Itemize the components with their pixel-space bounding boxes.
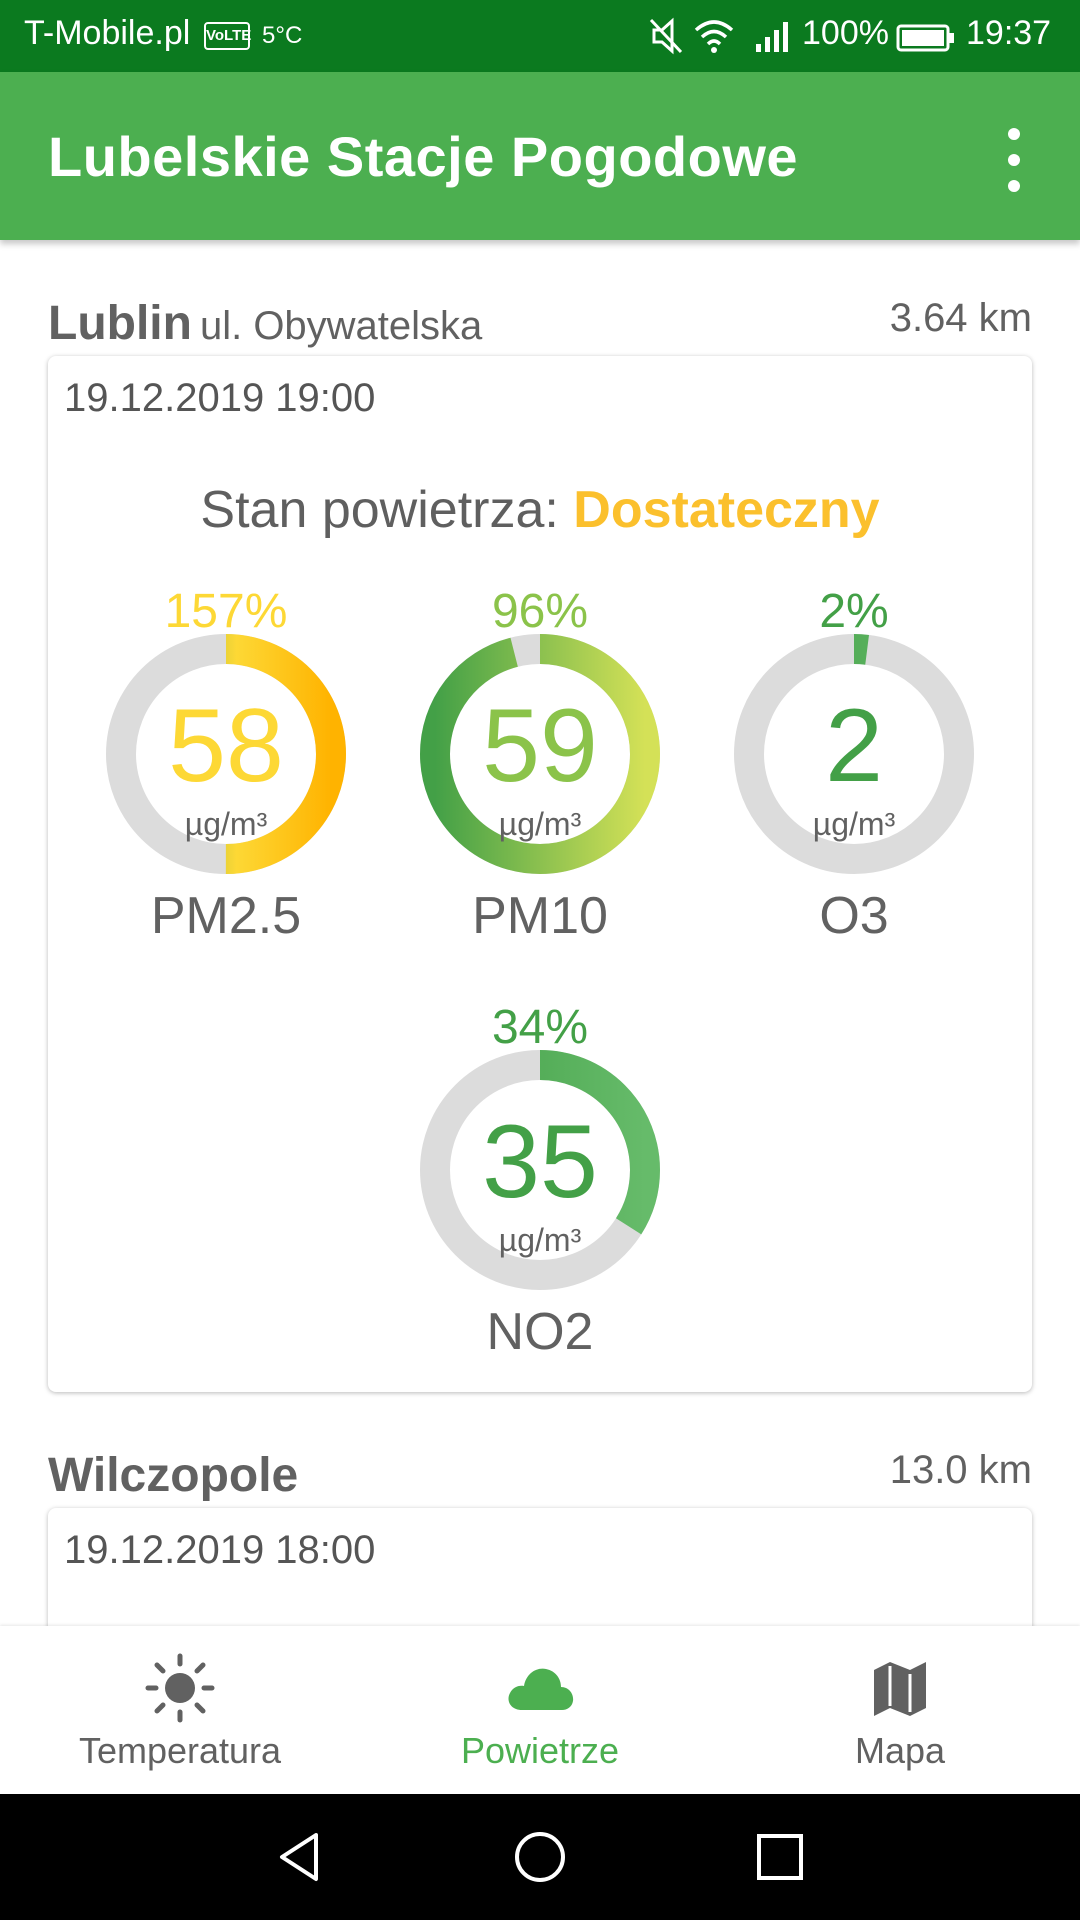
gauge-value: 59 — [482, 688, 598, 804]
gauge-pm10: 96% 59 µg/m³ PM10 — [410, 584, 670, 945]
station-header: Lublin ul. Obywatelska 3.64 km — [48, 296, 1032, 356]
measurement-datetime: 19.12.2019 19:00 — [64, 376, 376, 420]
station-name: Wilczopole — [48, 1449, 299, 1502]
nav-label: Powietrze — [460, 1730, 620, 1771]
gauge-value: 58 — [168, 688, 284, 804]
gauge-value: 2 — [825, 688, 883, 804]
wifi-icon — [694, 20, 734, 53]
station-distance: 13.0 km — [889, 1448, 1032, 1492]
gauge-unit: µg/m³ — [812, 806, 896, 842]
nav-label: Temperatura — [78, 1730, 282, 1771]
gauge-no2: 34% 35 µg/m³ NO2 — [410, 1000, 670, 1361]
status-time: 19:37 — [966, 14, 1052, 52]
mute-icon — [649, 17, 683, 55]
gauge-unit: µg/m³ — [498, 806, 582, 842]
nav-item-temperatura[interactable]: Temperatura — [0, 1626, 360, 1794]
station-name: Lublin — [48, 297, 192, 350]
back-icon[interactable] — [270, 1827, 330, 1887]
station-header: Wilczopole 13.0 km — [48, 1448, 1032, 1508]
gauge-value: 35 — [482, 1104, 598, 1220]
gauge-percent: 96% — [491, 585, 589, 638]
nav-label: Mapa — [854, 1730, 946, 1771]
system-navigation-bar — [0, 1794, 1080, 1920]
gauge-pm25: 157% 58 µg/m³ PM2.5 — [96, 584, 356, 945]
carrier-name: T-Mobile.pl — [24, 14, 191, 52]
pollutant-label: PM2.5 — [150, 887, 302, 945]
overflow-menu-icon[interactable] — [994, 128, 1034, 192]
gauge-unit: µg/m³ — [498, 1222, 582, 1258]
air-quality-value: Dostateczny — [573, 481, 880, 539]
volte-badge: VoLTE — [204, 22, 251, 50]
app-bar: Lubelskie Stacje Pogodowe — [0, 72, 1080, 240]
status-bar: T-Mobile.pl VoLTE 5°C 100% 19:37 — [0, 0, 1080, 72]
gauge-percent: 2% — [819, 585, 889, 638]
station-street: ul. Obywatelska — [199, 304, 483, 348]
recents-icon[interactable] — [750, 1827, 810, 1887]
pollutant-label: O3 — [819, 887, 889, 945]
gauge-percent: 34% — [491, 1001, 589, 1054]
map-icon — [874, 1662, 926, 1716]
pollutant-label: NO2 — [486, 1303, 594, 1361]
cloud-icon — [508, 1668, 574, 1710]
sun-icon — [145, 1653, 215, 1723]
battery-icon — [896, 24, 954, 52]
air-quality-label: Stan powietrza: — [200, 481, 559, 539]
air-quality-status: Stan powietrza: Dostateczny — [48, 480, 1032, 540]
station-card[interactable]: 19.12.2019 19:00 Stan powietrza: Dostate… — [48, 356, 1032, 1392]
app-title: Lubelskie Stacje Pogodowe — [48, 125, 799, 188]
gauge-percent: 157% — [164, 585, 288, 638]
status-temperature: 5°C — [262, 22, 303, 49]
measurement-datetime: 19.12.2019 18:00 — [64, 1528, 376, 1572]
pollutant-label: PM10 — [472, 887, 608, 945]
nav-item-mapa[interactable]: Mapa — [720, 1626, 1080, 1794]
home-icon[interactable] — [510, 1827, 570, 1887]
signal-icon — [756, 22, 788, 52]
station-distance: 3.64 km — [889, 296, 1032, 340]
bottom-navigation: Temperatura Powietrze Mapa — [0, 1626, 1080, 1794]
gauge-unit: µg/m³ — [184, 806, 268, 842]
gauge-o3: 2% 2 µg/m³ O3 — [724, 584, 984, 945]
battery-percent: 100% — [802, 14, 889, 52]
nav-item-powietrze[interactable]: Powietrze — [360, 1626, 720, 1794]
